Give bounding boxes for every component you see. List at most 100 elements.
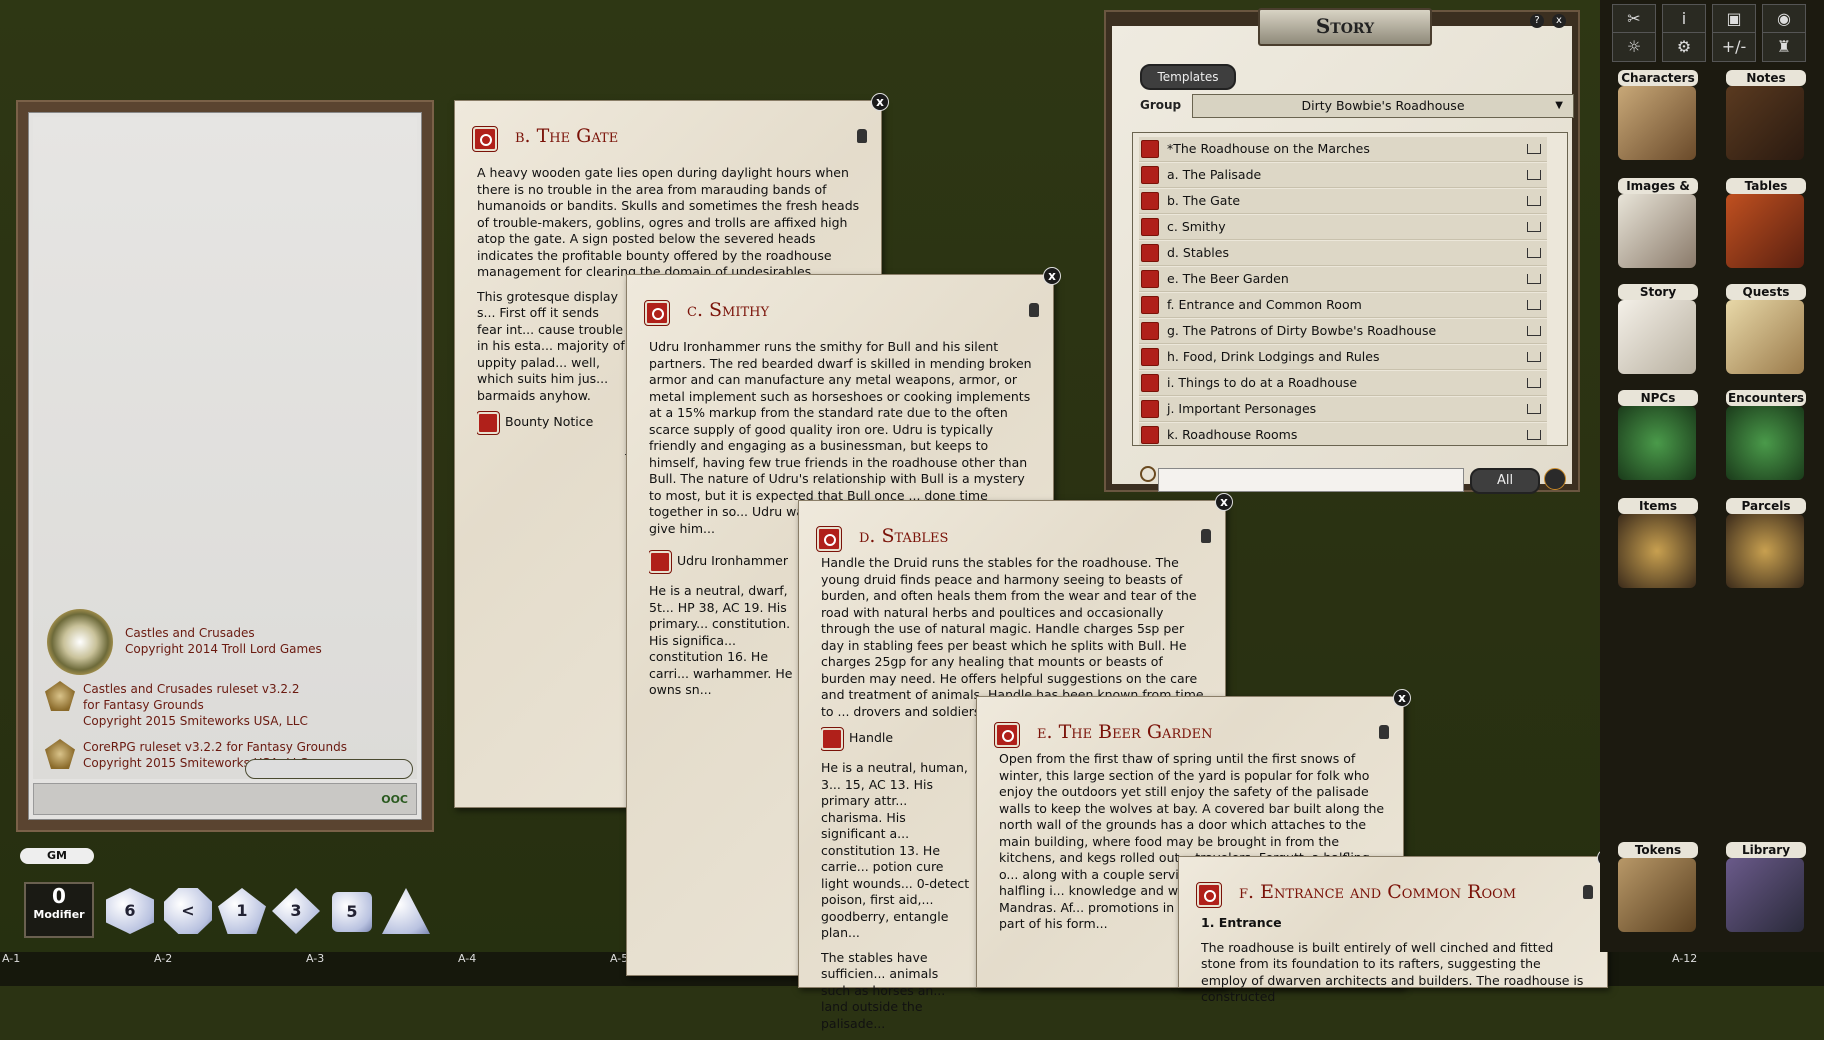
list-item[interactable]: f. Entrance and Common Room <box>1139 293 1547 318</box>
tool-settings-icon[interactable]: ⚙ <box>1662 32 1706 62</box>
story-entry-list[interactable]: *The Roadhouse on the Marches a. The Pal… <box>1132 132 1568 446</box>
window-title: b. The Gate <box>515 125 619 147</box>
images-maps-icon[interactable] <box>1618 194 1696 268</box>
list-item-label: i. Things to do at a Roadhouse <box>1167 375 1358 390</box>
gm-identity-button[interactable]: GM <box>20 848 94 864</box>
corerpg-icon <box>45 739 75 769</box>
tool-light-icon[interactable]: ☼ <box>1612 32 1656 62</box>
close-icon[interactable]: x <box>1043 267 1061 285</box>
link-icon <box>821 727 844 751</box>
d12-die[interactable]: < <box>164 888 212 934</box>
tool-dice-icon[interactable]: ◉ <box>1762 4 1806 34</box>
chat-log[interactable]: Castles and Crusades Copyright 2014 Trol… <box>33 117 417 779</box>
section-heading: 1. Entrance <box>1201 915 1282 930</box>
list-item[interactable]: c. Smithy <box>1139 215 1547 240</box>
lock-icon[interactable] <box>1201 529 1211 543</box>
open-book-icon[interactable] <box>1527 196 1541 206</box>
tool-character-icon[interactable]: ♜ <box>1762 32 1806 62</box>
lock-icon[interactable] <box>1583 885 1593 899</box>
list-item-label: j. Important Personages <box>1167 401 1317 416</box>
items-label: Items <box>1618 498 1698 514</box>
list-item-label: e. The Beer Garden <box>1167 271 1289 286</box>
open-book-icon[interactable] <box>1527 430 1541 440</box>
notes-icon[interactable] <box>1726 86 1804 160</box>
list-item[interactable]: a. The Palisade <box>1139 163 1547 188</box>
tokens-icon[interactable] <box>1618 858 1696 932</box>
ooc-toggle[interactable]: OOC <box>381 793 408 806</box>
list-item-label: c. Smithy <box>1167 219 1226 234</box>
open-book-icon[interactable] <box>1527 274 1541 284</box>
group-value: Dirty Bowbie's Roadhouse <box>1301 98 1465 113</box>
story-list-window[interactable]: Templates Group Dirty Bowbie's Roadhouse… <box>1104 8 1580 494</box>
open-book-icon[interactable] <box>1527 300 1541 310</box>
encounters-icon[interactable] <box>1726 406 1804 480</box>
story-entry-icon <box>1141 244 1159 262</box>
quests-icon[interactable] <box>1726 300 1804 374</box>
tables-icon[interactable] <box>1726 194 1804 268</box>
ruleset-icon <box>45 681 75 711</box>
edit-icon[interactable] <box>1544 468 1566 490</box>
list-item[interactable]: b. The Gate <box>1139 189 1547 214</box>
story-entry-icon <box>816 526 842 552</box>
parcels-icon[interactable] <box>1726 514 1804 588</box>
d6-die[interactable]: 5 <box>332 892 372 932</box>
modifier-box[interactable]: 0 Modifier <box>24 882 94 938</box>
modifier-label: Modifier <box>33 908 85 921</box>
story-entry-icon <box>994 722 1020 748</box>
hotkey-a3[interactable]: A-3 <box>306 952 324 965</box>
list-item[interactable]: *The Roadhouse on the Marches <box>1139 137 1547 162</box>
list-item[interactable]: i. Things to do at a Roadhouse <box>1139 371 1547 396</box>
story-icon[interactable] <box>1618 300 1696 374</box>
hotkey-a4[interactable]: A-4 <box>458 952 476 965</box>
sidebar: ✂ i ▣ ◉ ☼ ⚙ +/- ♜ Characters Notes Image… <box>1600 0 1824 952</box>
close-icon[interactable]: x <box>871 93 889 111</box>
close-icon[interactable]: x <box>1393 689 1411 707</box>
templates-button[interactable]: Templates <box>1140 64 1236 90</box>
open-book-icon[interactable] <box>1527 144 1541 154</box>
story-entry-icon <box>1141 348 1159 366</box>
tool-modifiers-icon[interactable]: +/- <box>1712 32 1756 62</box>
tool-book-icon[interactable]: ▣ <box>1712 4 1756 34</box>
encounters-label: Encounters <box>1726 390 1806 406</box>
hotkey-a12[interactable]: A-12 <box>1672 952 1697 965</box>
help-icon[interactable]: ? <box>1530 14 1544 28</box>
open-book-icon[interactable] <box>1527 222 1541 232</box>
all-filter-button[interactable]: All <box>1470 468 1540 494</box>
quests-label: Quests <box>1726 284 1806 300</box>
close-icon[interactable]: x <box>1552 14 1566 28</box>
open-book-icon[interactable] <box>1527 404 1541 414</box>
list-item[interactable]: d. Stables <box>1139 241 1547 266</box>
lock-icon[interactable] <box>1029 303 1039 317</box>
list-item[interactable]: h. Food, Drink Lodgings and Rules <box>1139 345 1547 370</box>
chat-mode-dropdown[interactable] <box>245 759 413 779</box>
close-icon[interactable]: x <box>1215 493 1233 511</box>
open-book-icon[interactable] <box>1527 170 1541 180</box>
story-entry-icon <box>1141 296 1159 314</box>
library-icon[interactable] <box>1726 858 1804 932</box>
lock-icon[interactable] <box>1379 725 1389 739</box>
search-input[interactable] <box>1158 468 1464 492</box>
hotkey-a2[interactable]: A-2 <box>154 952 172 965</box>
group-dropdown[interactable]: Dirty Bowbie's Roadhouse ▼ <box>1192 94 1574 118</box>
story-window-entrance[interactable]: x f. Entrance and Common Room 1. Entranc… <box>1178 849 1615 1004</box>
story-entry-icon <box>1141 140 1159 158</box>
lock-icon[interactable] <box>857 129 867 143</box>
list-item[interactable]: j. Important Personages <box>1139 397 1547 422</box>
open-book-icon[interactable] <box>1527 378 1541 388</box>
list-item[interactable]: g. The Patrons of Dirty Bowbe's Roadhous… <box>1139 319 1547 344</box>
open-book-icon[interactable] <box>1527 248 1541 258</box>
group-label: Group <box>1140 98 1182 112</box>
characters-icon[interactable] <box>1618 86 1696 160</box>
items-icon[interactable] <box>1618 514 1696 588</box>
window-title: Story <box>1258 8 1432 46</box>
hotkey-a1[interactable]: A-1 <box>2 952 20 965</box>
chat-input[interactable]: OOC <box>33 783 417 815</box>
tool-effects-icon[interactable]: ✂ <box>1612 4 1656 34</box>
open-book-icon[interactable] <box>1527 352 1541 362</box>
tool-info-icon[interactable]: i <box>1662 4 1706 34</box>
characters-label: Characters <box>1618 70 1698 86</box>
open-book-icon[interactable] <box>1527 326 1541 336</box>
list-item[interactable]: e. The Beer Garden <box>1139 267 1547 292</box>
npcs-icon[interactable] <box>1618 406 1696 480</box>
list-item[interactable]: k. Roadhouse Rooms <box>1139 423 1547 445</box>
